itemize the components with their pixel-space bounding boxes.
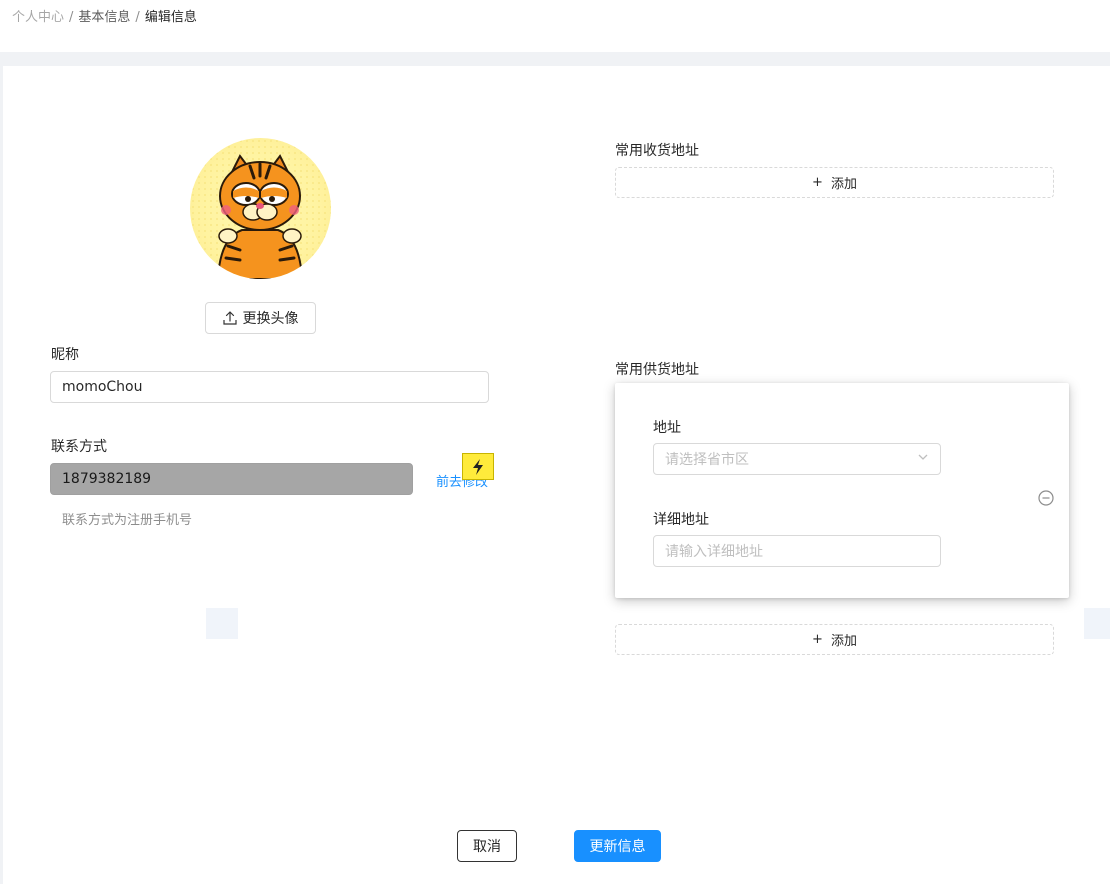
- breadcrumb: 个人中心 / 基本信息 / 编辑信息: [12, 6, 197, 25]
- page-divider: [0, 52, 1110, 66]
- address-select[interactable]: 请选择省市区: [653, 443, 941, 475]
- contact-hint: 联系方式为注册手机号: [62, 513, 193, 528]
- breadcrumb-item-edit-info: 编辑信息: [144, 10, 197, 25]
- ghost-square: [1084, 608, 1110, 639]
- upload-icon: [222, 311, 237, 325]
- contact-input[interactable]: 1879382189: [50, 463, 413, 495]
- nickname-label: 昵称: [51, 347, 79, 363]
- lightning-icon[interactable]: [462, 453, 494, 480]
- shipping-address-title: 常用收货地址: [615, 143, 699, 159]
- supply-address-title: 常用供货地址: [615, 362, 699, 378]
- nickname-input[interactable]: momoChou: [50, 371, 489, 403]
- page-header: 个人中心 / 基本信息 / 编辑信息: [0, 0, 1110, 52]
- detail-address-label: 详细地址: [653, 512, 709, 528]
- change-avatar-button[interactable]: 更换头像: [205, 302, 316, 334]
- chevron-down-icon: [917, 451, 929, 467]
- avatar: [190, 138, 331, 279]
- address-select-placeholder: 请选择省市区: [665, 452, 749, 468]
- breadcrumb-separator: /: [69, 10, 74, 25]
- breadcrumb-separator: /: [135, 10, 140, 25]
- ghost-square: [206, 608, 238, 639]
- add-shipping-label: 添加: [830, 177, 857, 192]
- add-supply-address-button[interactable]: + 添加: [615, 624, 1054, 655]
- address-label: 地址: [653, 420, 681, 436]
- cancel-button[interactable]: 取消: [457, 830, 517, 862]
- add-supply-label: 添加: [830, 634, 857, 649]
- breadcrumb-item-personal-center[interactable]: 个人中心: [12, 10, 64, 25]
- change-avatar-label: 更换头像: [242, 311, 299, 327]
- detail-address-input[interactable]: 请输入详细地址: [653, 535, 941, 567]
- contact-label: 联系方式: [51, 439, 107, 455]
- add-shipping-address-button[interactable]: + 添加: [615, 167, 1054, 198]
- update-info-button[interactable]: 更新信息: [574, 830, 661, 862]
- plus-icon: +: [812, 175, 823, 190]
- plus-icon: +: [812, 632, 823, 647]
- breadcrumb-item-basic-info[interactable]: 基本信息: [78, 10, 130, 25]
- page-left-edge: [0, 66, 3, 884]
- cat-avatar-illustration: [190, 138, 331, 279]
- remove-address-icon[interactable]: [1038, 490, 1054, 506]
